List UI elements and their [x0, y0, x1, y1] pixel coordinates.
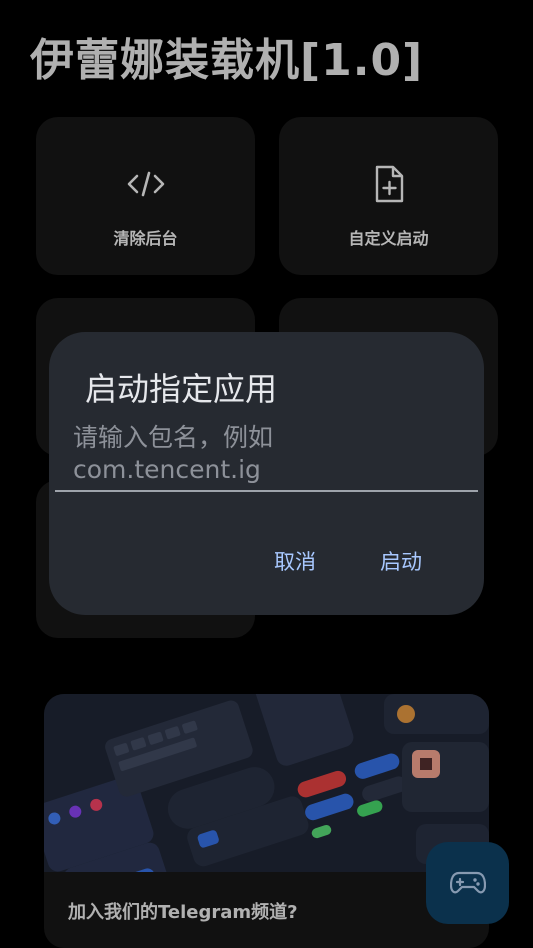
cancel-button[interactable]: 取消 [274, 546, 316, 576]
launch-button[interactable]: 启动 [380, 546, 422, 576]
dialog-title: 启动指定应用 [85, 370, 278, 408]
package-name-placeholder: 请输入包名，例如 com.tencent.ig [73, 423, 274, 484]
launch-app-dialog: 启动指定应用 请输入包名，例如 com.tencent.ig 取消 启动 [49, 332, 484, 615]
screen: 伊蕾娜装载机[1.0] 清除后台 自定义启动 加入我们的Telegram频道? … [0, 0, 533, 948]
package-name-input[interactable]: 请输入包名，例如 com.tencent.ig [55, 422, 478, 492]
